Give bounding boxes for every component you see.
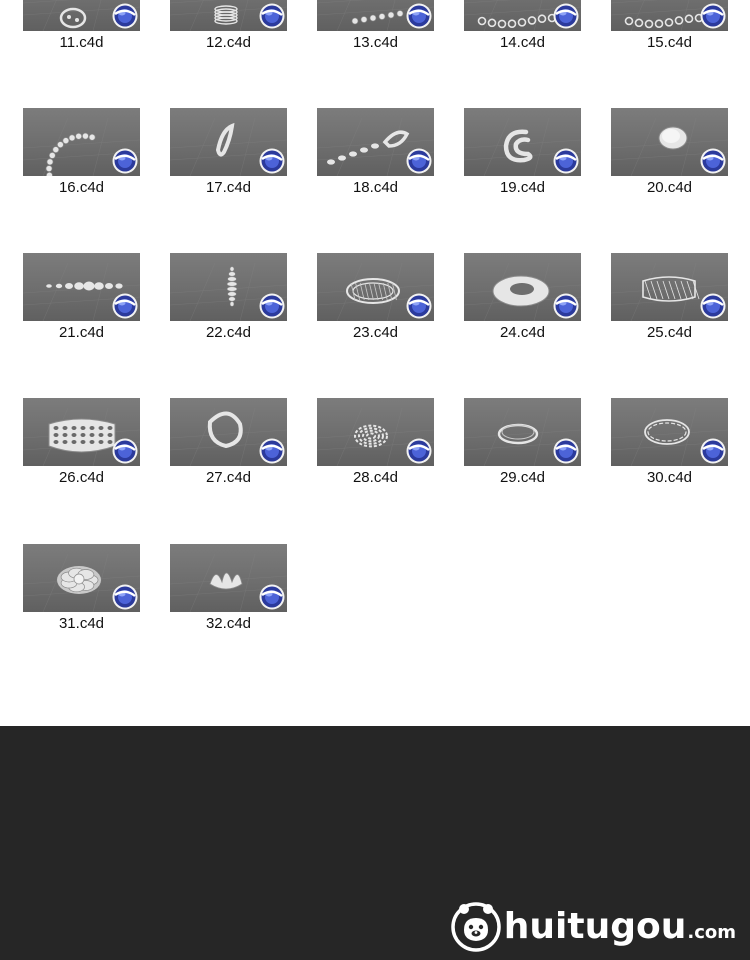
file-name: 22.c4d — [205, 324, 252, 341]
brand-domain: .com — [687, 921, 736, 943]
file-item[interactable]: 20.c4d — [611, 108, 728, 203]
cinema4d-icon — [259, 584, 285, 610]
file-thumbnail[interactable] — [317, 398, 434, 466]
cinema4d-icon — [112, 438, 138, 464]
cinema4d-icon — [259, 3, 285, 29]
file-name: 29.c4d — [499, 469, 546, 486]
file-thumbnail[interactable] — [23, 398, 140, 466]
file-name: 27.c4d — [205, 469, 252, 486]
file-item[interactable]: 21.c4d — [23, 253, 140, 348]
file-item[interactable]: 16.c4d — [23, 108, 140, 203]
file-name: 26.c4d — [58, 469, 105, 486]
file-item[interactable]: 28.c4d — [317, 398, 434, 493]
file-name: 13.c4d — [352, 34, 399, 51]
file-name: 16.c4d — [58, 179, 105, 196]
file-item[interactable]: 19.c4d — [464, 108, 581, 203]
cinema4d-icon — [112, 293, 138, 319]
file-item[interactable]: 13.c4d — [317, 0, 434, 58]
file-item[interactable]: 31.c4d — [23, 544, 140, 639]
file-item[interactable]: 18.c4d — [317, 108, 434, 203]
file-item[interactable]: 30.c4d — [611, 398, 728, 493]
file-item[interactable]: 29.c4d — [464, 398, 581, 493]
file-name: 20.c4d — [646, 179, 693, 196]
file-thumbnail[interactable] — [170, 398, 287, 466]
file-item[interactable]: 14.c4d — [464, 0, 581, 58]
file-thumbnail[interactable] — [170, 253, 287, 321]
file-item[interactable]: 22.c4d — [170, 253, 287, 348]
file-thumbnail[interactable] — [611, 398, 728, 466]
file-thumbnail[interactable] — [464, 108, 581, 176]
file-name: 24.c4d — [499, 324, 546, 341]
file-thumbnail[interactable] — [23, 253, 140, 321]
file-name: 25.c4d — [646, 324, 693, 341]
cinema4d-icon — [406, 148, 432, 174]
file-item[interactable]: 15.c4d — [611, 0, 728, 58]
cinema4d-icon — [112, 3, 138, 29]
file-item[interactable]: 32.c4d — [170, 544, 287, 639]
file-thumbnail[interactable] — [170, 0, 287, 31]
file-name: 19.c4d — [499, 179, 546, 196]
cinema4d-icon — [700, 148, 726, 174]
file-thumbnail[interactable] — [611, 0, 728, 31]
brand-logo[interactable]: huitugou .com — [450, 896, 736, 956]
file-item[interactable]: 24.c4d — [464, 253, 581, 348]
file-thumbnail[interactable] — [464, 253, 581, 321]
cinema4d-icon — [553, 3, 579, 29]
cinema4d-icon — [700, 438, 726, 464]
cinema4d-icon — [259, 148, 285, 174]
file-item[interactable]: 23.c4d — [317, 253, 434, 348]
cinema4d-icon — [112, 584, 138, 610]
file-name: 12.c4d — [205, 34, 252, 51]
cinema4d-icon — [553, 293, 579, 319]
file-name: 30.c4d — [646, 469, 693, 486]
file-thumbnail[interactable] — [170, 108, 287, 176]
cinema4d-icon — [553, 148, 579, 174]
cinema4d-icon — [700, 3, 726, 29]
cinema4d-icon — [406, 293, 432, 319]
file-thumbnail[interactable] — [317, 0, 434, 31]
file-thumbnail[interactable] — [23, 544, 140, 612]
file-name: 11.c4d — [59, 34, 104, 51]
file-thumbnail[interactable] — [464, 0, 581, 31]
file-name: 21.c4d — [58, 324, 105, 341]
file-thumbnail[interactable] — [611, 253, 728, 321]
cinema4d-icon — [259, 438, 285, 464]
cinema4d-icon — [112, 148, 138, 174]
file-thumbnail[interactable] — [170, 544, 287, 612]
file-item[interactable]: 17.c4d — [170, 108, 287, 203]
file-thumbnail[interactable] — [611, 108, 728, 176]
cinema4d-icon — [406, 3, 432, 29]
brand-name: huitugou — [503, 905, 687, 947]
file-name: 15.c4d — [646, 34, 693, 51]
file-name: 23.c4d — [352, 324, 399, 341]
footer: huitugou .com — [0, 726, 750, 960]
file-name: 32.c4d — [205, 615, 252, 632]
file-item[interactable]: 12.c4d — [170, 0, 287, 58]
file-item[interactable]: 25.c4d — [611, 253, 728, 348]
file-item[interactable]: 26.c4d — [23, 398, 140, 493]
cinema4d-icon — [700, 293, 726, 319]
file-name: 18.c4d — [352, 179, 399, 196]
file-thumbnail[interactable] — [23, 108, 140, 176]
file-thumbnail[interactable] — [317, 253, 434, 321]
file-item[interactable]: 27.c4d — [170, 398, 287, 493]
file-name: 14.c4d — [499, 34, 546, 51]
file-thumbnail[interactable] — [317, 108, 434, 176]
cinema4d-icon — [406, 438, 432, 464]
bear-logo-icon — [451, 902, 501, 952]
cinema4d-icon — [553, 438, 579, 464]
file-name: 28.c4d — [352, 469, 399, 486]
file-thumbnail[interactable] — [464, 398, 581, 466]
cinema4d-icon — [259, 293, 285, 319]
file-grid: 11.c4d 12.c4d 13.c4d 14.c4d 15.c4d 16.c4d 17.c… — [0, 0, 750, 726]
file-thumbnail[interactable] — [23, 0, 140, 31]
file-name: 17.c4d — [205, 179, 252, 196]
file-name: 31.c4d — [58, 615, 105, 632]
file-item[interactable]: 11.c4d — [23, 0, 140, 58]
